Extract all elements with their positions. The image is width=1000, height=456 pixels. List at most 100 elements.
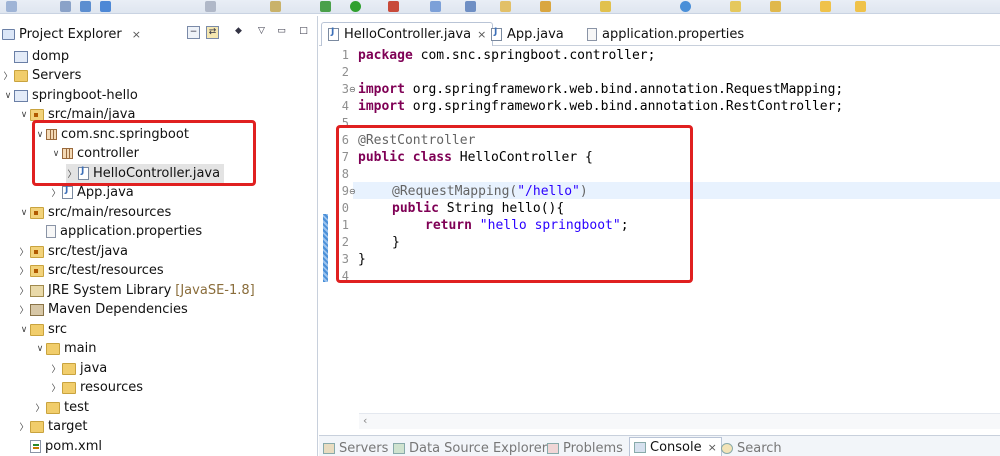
source-folder-icon	[30, 206, 44, 219]
tree-item-domp[interactable]: domp	[2, 47, 69, 66]
forward-icon[interactable]	[855, 1, 866, 12]
tree-label: application.properties	[60, 224, 203, 239]
tree-item-test[interactable]: 〉 test	[34, 398, 88, 417]
minimize-icon[interactable]: ▭	[275, 26, 288, 39]
next-annotation-icon[interactable]	[730, 1, 741, 12]
collapse-arrow-icon[interactable]: ∨	[34, 344, 46, 354]
java-file-icon	[328, 27, 339, 41]
prev-annotation-icon[interactable]	[770, 1, 781, 12]
expand-arrow-icon[interactable]: 〉	[18, 264, 30, 277]
scroll-left-icon[interactable]: ‹	[363, 414, 367, 427]
expand-arrow-icon[interactable]: 〉	[2, 69, 14, 82]
highlight-box-controller-class	[336, 125, 693, 283]
tab-label: Problems	[563, 440, 623, 456]
wand-icon[interactable]	[540, 1, 551, 12]
tab-servers[interactable]: Servers	[323, 439, 388, 456]
tab-label: application.properties	[602, 26, 745, 42]
tab-problems[interactable]: Problems	[547, 439, 623, 456]
open-type-icon[interactable]	[500, 1, 511, 12]
tab-application-properties[interactable]: application.properties	[581, 22, 750, 46]
code-text: org.springframework.web.bind.annotation.…	[404, 82, 844, 97]
maximize-icon[interactable]: □	[297, 26, 310, 39]
toggle-icon[interactable]	[205, 1, 216, 12]
close-icon[interactable]: ×	[708, 441, 717, 454]
tree-item-java[interactable]: 〉 java	[50, 359, 107, 378]
line-number: 4	[341, 99, 349, 113]
back-icon[interactable]	[820, 1, 831, 12]
project-icon	[14, 89, 28, 102]
tab-project-explorer[interactable]: Project Explorer ×	[0, 22, 149, 46]
collapse-arrow-icon[interactable]: ∨	[18, 325, 30, 335]
tree-item-target[interactable]: 〉 target	[18, 417, 88, 436]
expand-arrow-icon[interactable]: 〉	[50, 362, 62, 375]
project-explorer-icon	[2, 28, 15, 40]
tab-label: Servers	[339, 440, 389, 456]
tree-item-src-test-java[interactable]: 〉 src/test/java	[18, 242, 128, 261]
annotation-nav-icon[interactable]	[600, 1, 611, 12]
tree-item-servers[interactable]: 〉 Servers	[2, 66, 81, 85]
collapse-arrow-icon[interactable]: ∨	[18, 110, 30, 120]
external-tools-icon[interactable]	[388, 1, 399, 12]
servers-icon	[323, 442, 335, 454]
source-folder-icon	[30, 108, 44, 121]
tab-data-source-explorer[interactable]: Data Source Explorer	[393, 439, 547, 456]
tree-item-maven-dependencies[interactable]: 〉 Maven Dependencies	[18, 300, 187, 319]
tree-item-src-main-resources[interactable]: ∨ src/main/resources	[18, 203, 172, 222]
tree-item-application-properties[interactable]: application.properties	[34, 222, 202, 241]
tab-app-java[interactable]: App.java	[485, 22, 570, 46]
expand-arrow-icon[interactable]: 〉	[18, 245, 30, 258]
tab-console[interactable]: Console ×	[629, 437, 722, 456]
expand-arrow-icon[interactable]: 〉	[18, 303, 30, 316]
fold-collapse-icon[interactable]: ⊖	[349, 85, 356, 94]
tree-item-jre-system-library[interactable]: 〉 JRE System Library [JavaSE-1.8]	[18, 281, 254, 300]
servers-toolbar-icon[interactable]	[270, 1, 281, 12]
collapse-arrow-icon[interactable]: ∨	[18, 208, 30, 218]
expand-arrow-icon[interactable]: 〉	[50, 381, 62, 394]
tree-label: target	[48, 419, 88, 434]
run-icon[interactable]	[350, 1, 361, 12]
properties-file-icon	[587, 27, 597, 41]
tree-item-src[interactable]: ∨ src	[18, 320, 67, 339]
print-icon[interactable]	[80, 1, 91, 12]
new-icon[interactable]	[6, 1, 17, 12]
tree-label: springboot-hello	[32, 88, 138, 103]
highlight-box-packages	[32, 120, 256, 186]
tree-item-src-test-resources[interactable]: 〉 src/test/resources	[18, 261, 163, 280]
save-icon[interactable]	[60, 1, 71, 12]
view-menu-icon[interactable]: ▽	[255, 26, 268, 39]
globe-icon[interactable]	[680, 1, 691, 12]
tree-item-pom-xml[interactable]: pom.xml	[18, 437, 102, 456]
code-line-1: package com.snc.springboot.controller;	[358, 47, 655, 64]
tab-search[interactable]: Search	[721, 439, 782, 456]
new-java-project-icon[interactable]	[430, 1, 441, 12]
code-keyword: package	[358, 48, 413, 63]
collapse-all-icon[interactable]: −	[187, 26, 200, 39]
xml-file-icon	[30, 440, 41, 453]
search-toolbar-icon[interactable]	[100, 1, 111, 12]
new-class-icon[interactable]	[465, 1, 476, 12]
problems-icon	[547, 442, 559, 454]
link-with-editor-icon[interactable]: ⇄	[206, 26, 219, 39]
focus-icon[interactable]: ◆	[232, 26, 245, 39]
tree-label: src/test/java	[48, 244, 128, 259]
tree-item-main[interactable]: ∨ main	[34, 339, 97, 358]
tree-label: java	[80, 361, 108, 376]
tree-label: domp	[32, 49, 70, 64]
maven-icon	[30, 303, 44, 316]
data-source-icon	[393, 442, 405, 454]
debug-icon[interactable]	[320, 1, 331, 12]
expand-arrow-icon[interactable]: 〉	[34, 401, 46, 414]
tab-hellocontroller-java[interactable]: HelloController.java ×	[321, 22, 494, 46]
tree-item-resources[interactable]: 〉 resources	[50, 378, 143, 397]
expand-arrow-icon[interactable]: 〉	[50, 186, 62, 199]
bottom-panel-tabs: Servers Data Source Explorer Problems Co…	[319, 435, 1000, 456]
folder-icon	[62, 381, 76, 394]
horizontal-scrollbar[interactable]: ‹	[359, 413, 1000, 429]
expand-arrow-icon[interactable]: 〉	[18, 420, 30, 433]
collapse-arrow-icon[interactable]: ∨	[2, 91, 14, 101]
tree-item-springboot-hello[interactable]: ∨ springboot-hello	[2, 86, 138, 105]
expand-arrow-icon[interactable]: 〉	[18, 284, 30, 297]
code-text: org.springframework.web.bind.annotation.…	[404, 99, 844, 114]
project-explorer-header: Project Explorer × − ⇄ ◆ ▽ ▭ □	[0, 22, 317, 46]
close-icon[interactable]: ×	[132, 28, 141, 41]
